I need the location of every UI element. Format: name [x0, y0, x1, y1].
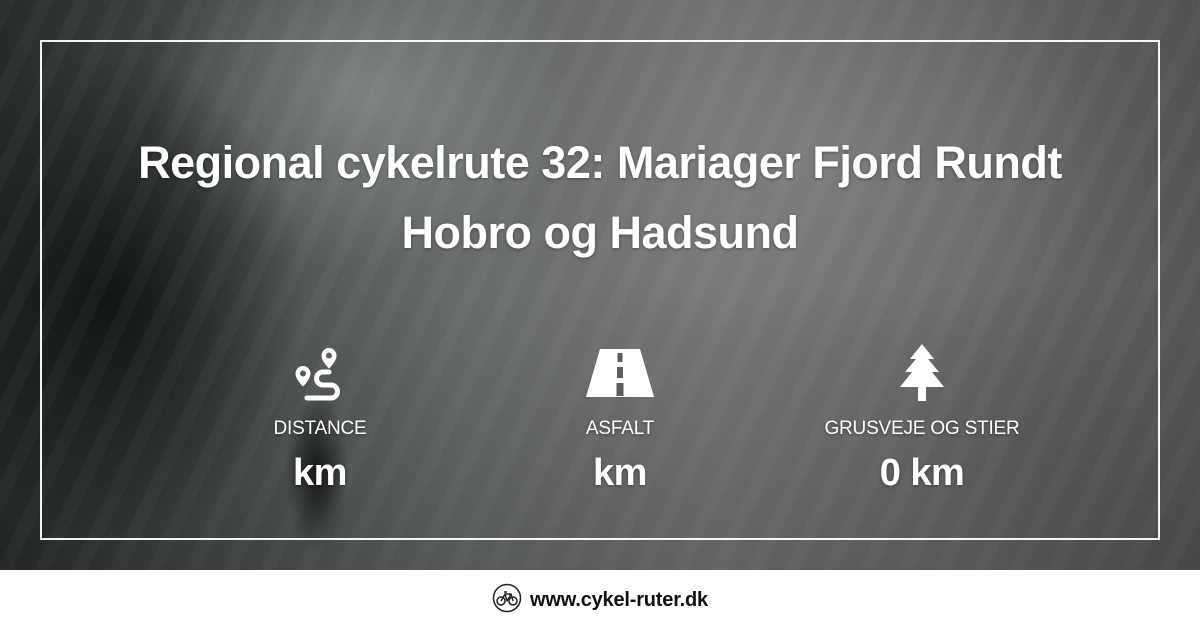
- page-title: Regional cykelrute 32: Mariager Fjord Ru…: [40, 128, 1160, 268]
- route-pin-icon: [170, 342, 470, 404]
- road-icon: [470, 342, 770, 404]
- bicycle-icon: [492, 583, 522, 618]
- stat-asphalt: ASFALT km: [470, 342, 770, 495]
- stat-distance: DISTANCE km: [170, 342, 470, 495]
- pine-tree-icon: [772, 342, 1072, 404]
- footer: www.cykel-ruter.dk: [0, 570, 1200, 630]
- stat-label: ASFALT: [585, 418, 655, 439]
- site-link[interactable]: www.cykel-ruter.dk: [530, 589, 708, 612]
- stat-value: km: [593, 452, 647, 494]
- stat-label: GRUSVEJE OG STIER: [824, 418, 1020, 439]
- title-line-2: Hobro og Hadsund: [401, 207, 799, 258]
- stat-gravel: GRUSVEJE OG STIER 0 km: [772, 342, 1072, 495]
- stat-label: DISTANCE: [273, 418, 367, 439]
- stat-value: 0 km: [879, 452, 965, 494]
- title-line-1: Regional cykelrute 32: Mariager Fjord Ru…: [138, 137, 1062, 188]
- stat-value: km: [293, 452, 347, 494]
